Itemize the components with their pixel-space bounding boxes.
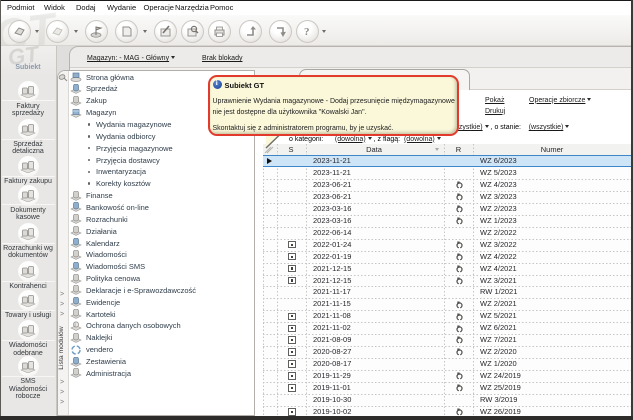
svg-text:?: ?: [304, 26, 310, 38]
svg-text:i: i: [75, 322, 76, 328]
